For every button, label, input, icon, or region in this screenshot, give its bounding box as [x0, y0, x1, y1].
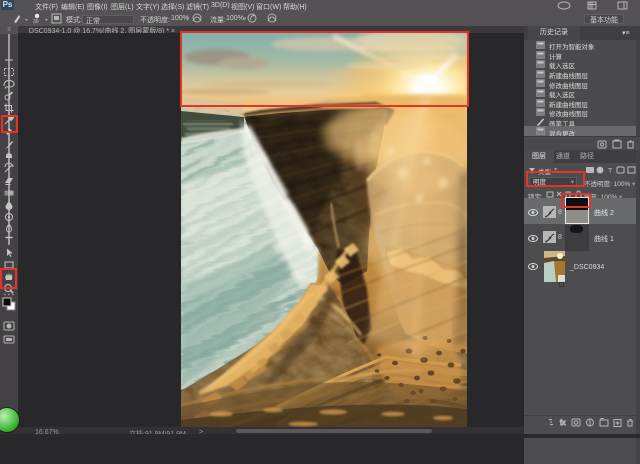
svg-text:T: T: [608, 168, 613, 175]
svg-text:fx: fx: [560, 420, 566, 427]
